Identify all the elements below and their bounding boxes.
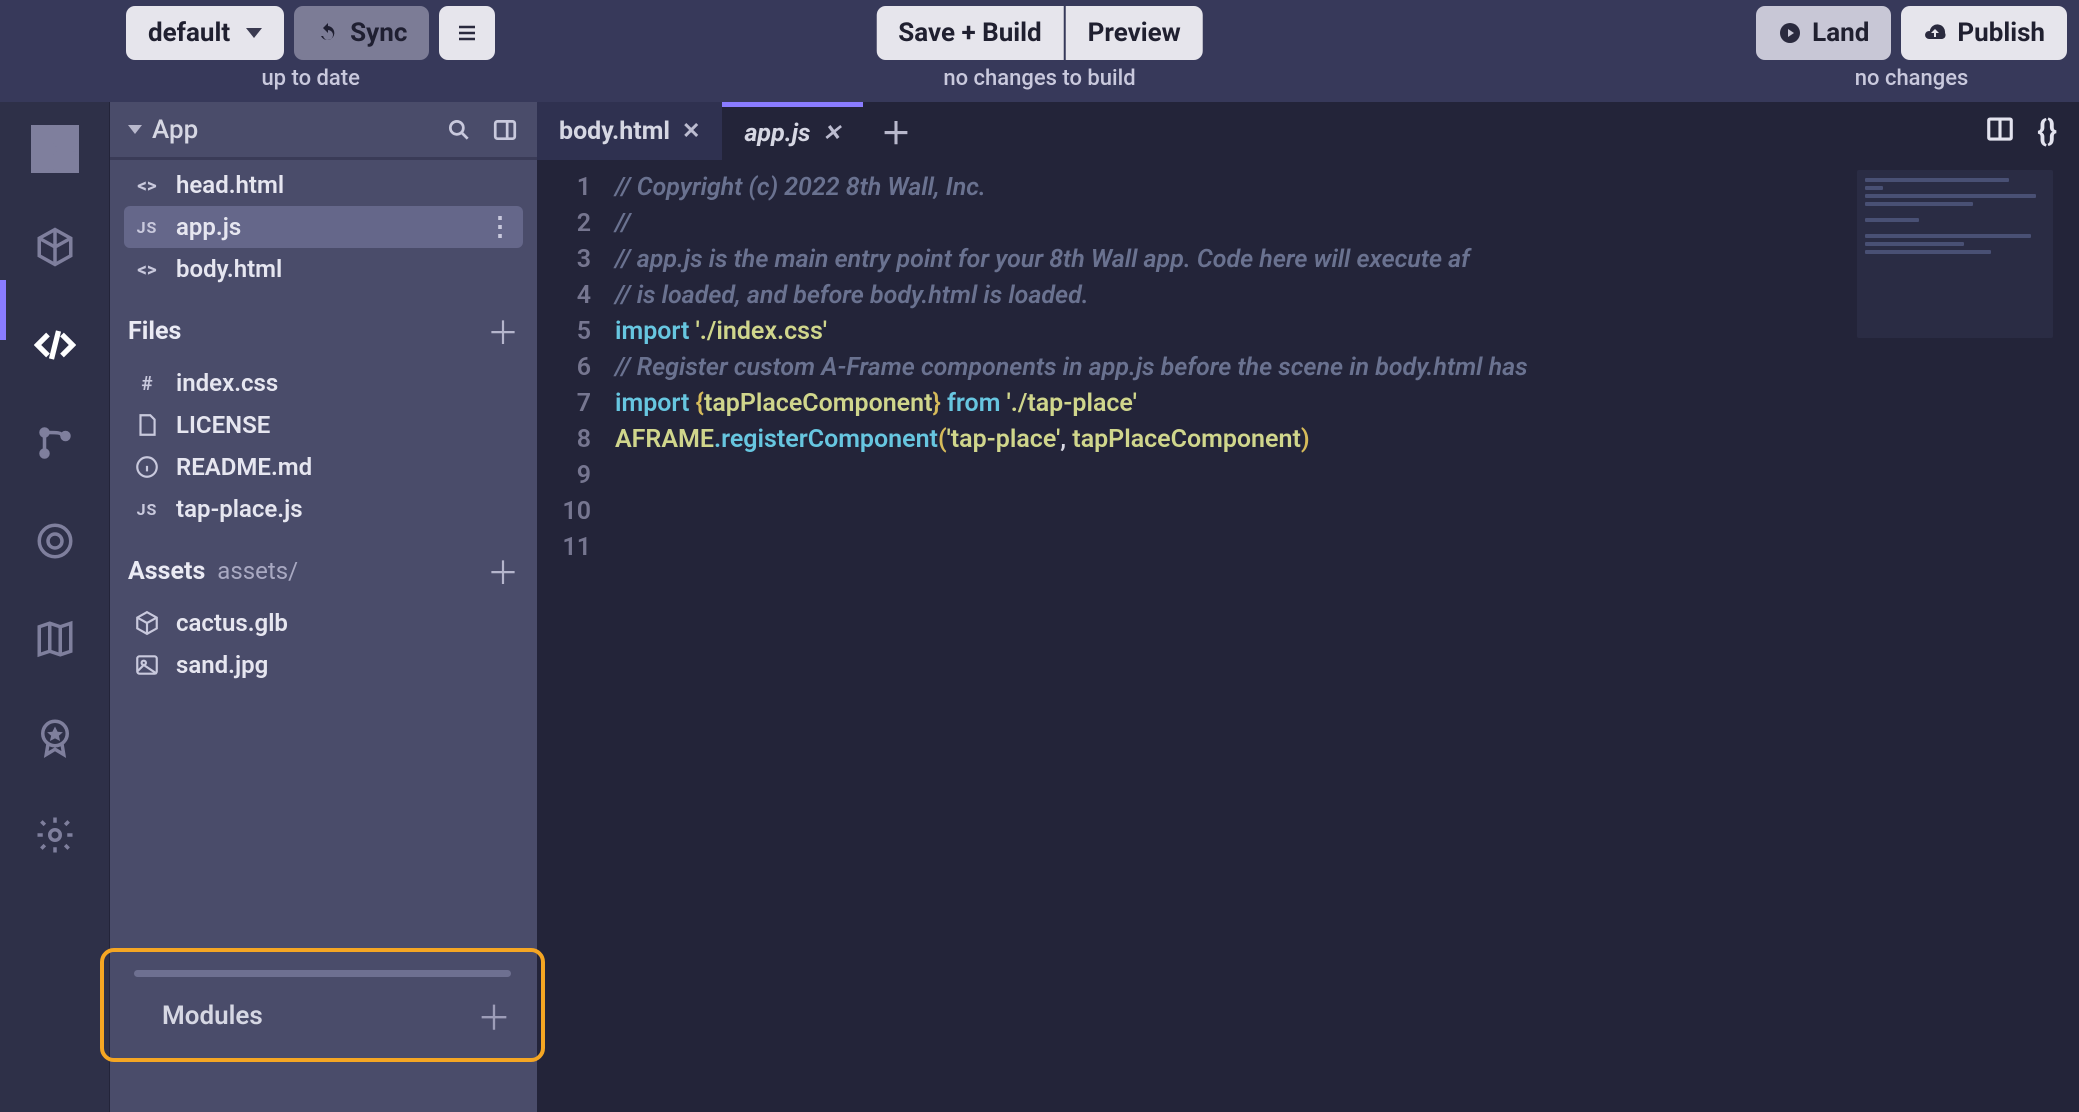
- search-button[interactable]: [441, 112, 477, 148]
- code-area[interactable]: 1234567891011 // Copyright (c) 2022 8th …: [537, 160, 2079, 1112]
- minimap[interactable]: [1857, 170, 2053, 338]
- nav-git[interactable]: [28, 416, 82, 470]
- editor-tab[interactable]: body.html✕: [537, 102, 722, 160]
- menu-button[interactable]: [439, 6, 495, 60]
- panel-toggle-button[interactable]: [487, 112, 523, 148]
- publish-status: no changes: [1855, 66, 1969, 91]
- chevron-down-icon: [246, 28, 262, 38]
- hamburger-icon: [455, 21, 479, 45]
- nav-scene[interactable]: [28, 220, 82, 274]
- close-tab-icon[interactable]: ✕: [823, 121, 841, 146]
- add-asset-button[interactable]: ＋: [487, 548, 519, 594]
- activity-rail: [0, 102, 110, 1112]
- save-build-button[interactable]: Save + Build: [876, 6, 1063, 60]
- modules-panel[interactable]: Modules ＋: [100, 948, 545, 1062]
- files-section-header: Files ＋: [110, 294, 537, 358]
- file-more-icon[interactable]: ⋮: [487, 212, 513, 242]
- file-item[interactable]: JStap-place.js: [124, 488, 523, 530]
- add-module-button[interactable]: ＋: [477, 991, 511, 1040]
- file-item[interactable]: cactus.glb: [124, 602, 523, 644]
- file-item[interactable]: sand.jpg: [124, 644, 523, 686]
- sync-icon: [316, 21, 340, 45]
- nav-map[interactable]: [28, 612, 82, 666]
- split-view-button[interactable]: [1985, 114, 2015, 148]
- sync-status: up to date: [261, 66, 359, 91]
- land-button[interactable]: Land: [1756, 6, 1891, 60]
- file-item[interactable]: <>head.html: [124, 164, 523, 206]
- cloud-upload-icon: [1923, 21, 1947, 45]
- branch-dropdown[interactable]: default: [126, 6, 284, 60]
- close-tab-icon[interactable]: ✕: [682, 119, 700, 144]
- top-toolbar: default Sync up to date Save + Build Pre…: [0, 0, 2079, 102]
- nav-target[interactable]: [28, 514, 82, 568]
- file-item[interactable]: README.md: [124, 446, 523, 488]
- add-file-button[interactable]: ＋: [487, 308, 519, 354]
- editor-tabs: body.html✕app.js✕ ＋ {}: [537, 102, 2079, 160]
- sidebar-app-title: App: [152, 115, 431, 145]
- file-item[interactable]: <>body.html: [124, 248, 523, 290]
- preview-button[interactable]: Preview: [1066, 6, 1203, 60]
- nav-badge[interactable]: [28, 710, 82, 764]
- code-editor: body.html✕app.js✕ ＋ {} 1234567891011 // …: [537, 102, 2079, 1112]
- braces-button[interactable]: {}: [2037, 114, 2057, 149]
- modules-label: Modules: [162, 1001, 263, 1031]
- nav-settings[interactable]: [28, 808, 82, 862]
- file-item[interactable]: #index.css: [124, 362, 523, 404]
- assets-section-header: Assets assets/ ＋: [110, 534, 537, 598]
- editor-tab[interactable]: app.js✕: [722, 102, 863, 160]
- new-tab-button[interactable]: ＋: [863, 102, 929, 160]
- build-status: no changes to build: [943, 66, 1135, 91]
- file-explorer: App <>head.htmlJSapp.js⋮<>body.html File…: [110, 102, 537, 1112]
- sync-button[interactable]: Sync: [294, 6, 429, 60]
- land-icon: [1778, 21, 1802, 45]
- file-item[interactable]: LICENSE: [124, 404, 523, 446]
- nav-code[interactable]: [28, 318, 82, 372]
- file-item[interactable]: JSapp.js⋮: [124, 206, 523, 248]
- collapse-icon[interactable]: [128, 125, 142, 134]
- logo-icon[interactable]: [28, 122, 82, 176]
- publish-button[interactable]: Publish: [1901, 6, 2067, 60]
